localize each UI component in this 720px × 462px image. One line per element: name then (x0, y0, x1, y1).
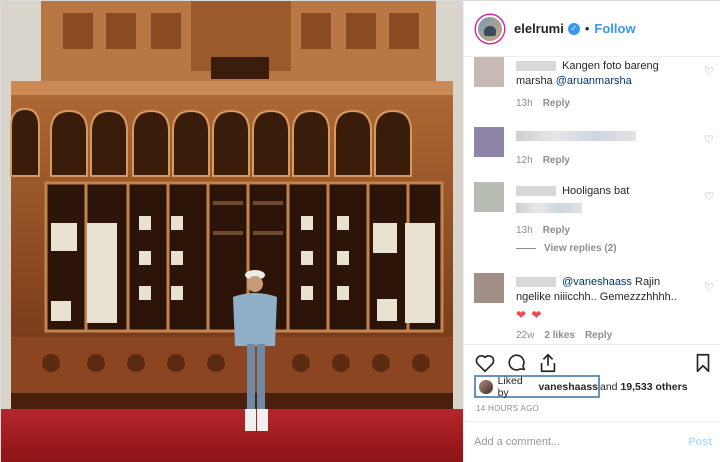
replies-divider-line (516, 248, 536, 249)
like-comment-heart-icon[interactable]: ♡ (704, 283, 714, 294)
follow-button[interactable]: Follow (594, 21, 635, 36)
comment-time: 12h (516, 155, 533, 166)
blurred-username (516, 186, 556, 197)
likes-count[interactable]: 19,533 others (620, 381, 687, 393)
comment-text-line1: Rajin (635, 276, 661, 288)
comment-likes-count[interactable]: 2 likes (544, 330, 575, 341)
bookmark-icon[interactable] (692, 352, 714, 374)
like-comment-heart-icon[interactable]: ♡ (704, 67, 714, 78)
comment-time: 13h (516, 98, 533, 109)
add-comment-bar: Post (464, 421, 720, 462)
liked-by-highlight[interactable]: Liked by vaneshaass (474, 374, 600, 399)
like-comment-heart-icon[interactable]: ♡ (704, 135, 714, 146)
comment-text: Kangen foto bareng marsha @aruanmarsha (516, 59, 686, 89)
reply-button[interactable]: Reply (543, 225, 570, 236)
comment-meta: 12h Reply (516, 155, 570, 166)
view-replies-button[interactable]: View replies (2) (516, 243, 617, 254)
comment-meta: 22w 2 likes Reply (516, 330, 612, 341)
like-comment-heart-icon[interactable]: ♡ (704, 192, 714, 203)
post-side-panel: elelrumi ✓ • Follow Kangen foto bareng m… (463, 1, 720, 462)
comment-meta: 13h Reply (516, 225, 570, 236)
post-timestamp[interactable]: 14 HOURS AGO (476, 404, 539, 413)
comment-time: 13h (516, 225, 533, 236)
comment-text-line2: ngelike niiicchh.. Gemezzzhhhh.. (516, 291, 677, 303)
library-photo-illustration (1, 1, 463, 462)
share-icon[interactable] (537, 352, 559, 374)
comment-text-line1: Kangen foto bareng (562, 60, 659, 72)
commenter-avatar[interactable] (474, 273, 504, 303)
reply-button[interactable]: Reply (585, 330, 612, 341)
reply-button[interactable]: Reply (543, 155, 570, 166)
like-heart-icon[interactable] (474, 352, 496, 374)
likes-and: and (600, 381, 618, 393)
comment-text: @vaneshaass Rajin ngelike niiicchh.. Gem… (516, 275, 686, 323)
comment-text (516, 129, 686, 144)
add-comment-input[interactable] (474, 436, 689, 448)
mention-link[interactable]: @aruanmarsha (556, 75, 632, 87)
view-replies-label: View replies (2) (544, 243, 617, 254)
likes-others: and 19,533 others (600, 381, 688, 393)
liker-avatar[interactable] (479, 379, 493, 394)
verified-badge-icon: ✓ (567, 22, 580, 35)
comments-list[interactable]: Kangen foto bareng marsha @aruanmarsha ♡… (464, 57, 720, 342)
reply-button[interactable]: Reply (543, 98, 570, 109)
comment-meta: 13h Reply (516, 98, 570, 109)
instagram-post: elelrumi ✓ • Follow Kangen foto bareng m… (0, 0, 720, 462)
blurred-mention (516, 202, 582, 213)
comment-text-line1: Hooligans bat (562, 185, 630, 197)
comment-text: Hooligans bat (516, 184, 686, 214)
blurred-comment (516, 131, 636, 142)
author-username[interactable]: elelrumi (514, 21, 564, 36)
heart-emojis: ❤ ❤ (516, 308, 543, 322)
mention-link[interactable]: @vaneshaass (562, 276, 632, 288)
comment-time: 22w (516, 330, 535, 341)
commenter-avatar[interactable] (474, 57, 504, 87)
post-comment-button[interactable]: Post (688, 436, 712, 448)
post-photo[interactable] (1, 1, 463, 462)
separator-dot: • (584, 21, 590, 36)
blurred-username (516, 61, 556, 72)
post-header: elelrumi ✓ • Follow (464, 1, 720, 57)
comment-bubble-icon[interactable] (506, 352, 528, 374)
commenter-avatar[interactable] (474, 127, 504, 157)
author-avatar[interactable] (476, 14, 504, 43)
liked-by-username[interactable]: vaneshaass (538, 381, 598, 393)
commenter-avatar[interactable] (474, 182, 504, 212)
blurred-username (516, 277, 556, 288)
comment-text-line2: marsha (516, 75, 553, 87)
liked-by-prefix: Liked by (497, 374, 523, 399)
